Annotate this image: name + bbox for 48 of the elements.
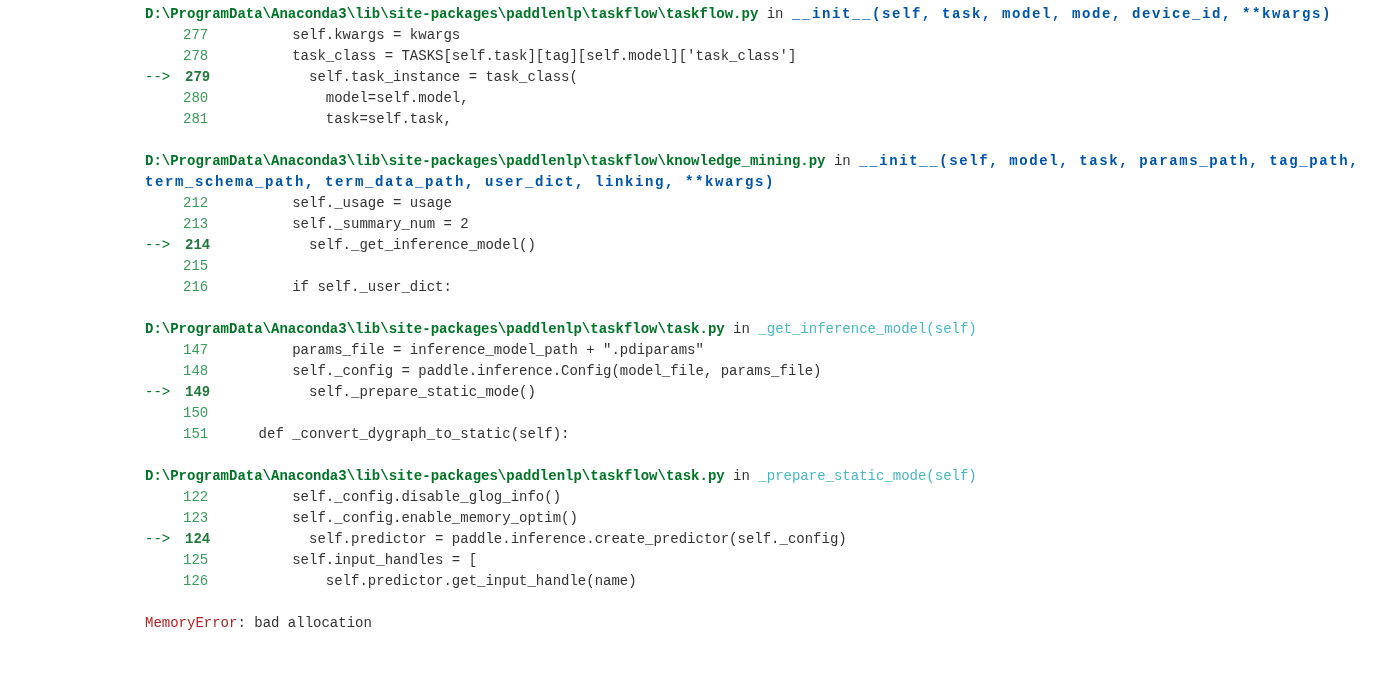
line-number: 148 [182, 362, 210, 381]
code-line: def _convert_dygraph_to_static(self): [257, 425, 570, 444]
current-line-arrow: --> [145, 383, 171, 402]
code-line: self.predictor = paddle.inference.create_predictor(self._config) [308, 530, 847, 549]
error-type: MemoryError [145, 615, 238, 631]
code-line: if self._user_dict: [291, 278, 452, 297]
line-number: 214 [184, 236, 212, 255]
code-line: self._prepare_static_mode() [308, 383, 536, 402]
line-number: 213 [182, 215, 210, 234]
traceback-frame-header: D:\ProgramData\Anaconda3\lib\site-packages\paddlenlp\taskflow\task.py in _prepare_static_mode(self) [145, 467, 978, 486]
code-line: self.kwargs = kwargs [291, 26, 461, 45]
code-line: self.task_instance = task_class( [308, 68, 578, 87]
line-number: 147 [182, 341, 210, 360]
line-number: 122 [182, 488, 210, 507]
line-number: 281 [182, 110, 210, 129]
line-number: 150 [182, 404, 210, 423]
code-line: self.predictor.get_input_handle(name) [324, 572, 637, 591]
line-number: 125 [182, 551, 210, 570]
line-number: 280 [182, 89, 210, 108]
traceback-frame-header: D:\ProgramData\Anaconda3\lib\site-packages\paddlenlp\taskflow\knowledge_mining.py in __init__(self, model, task, params_path, tag_path, term_schema_path, term_data_path, user_dict, linking, **kwargs) [145, 152, 1361, 192]
line-number: 149 [184, 383, 212, 402]
line-number: 277 [182, 26, 210, 45]
code-line: model=self.model, [324, 89, 469, 108]
line-number: 123 [182, 509, 210, 528]
code-line: task=self.task, [324, 110, 452, 129]
traceback-frame-header: D:\ProgramData\Anaconda3\lib\site-packages\paddlenlp\taskflow\task.py in _get_inference_model(self) [145, 320, 978, 339]
code-line: self.input_handles = [ [291, 551, 478, 570]
current-line-arrow: --> [145, 68, 171, 87]
code-line: task_class = TASKS[self.task][tag][self.model]['task_class'] [291, 47, 797, 66]
line-number: 151 [182, 425, 210, 444]
code-line: self._usage = usage [291, 194, 452, 213]
code-line: self._config.disable_glog_info() [291, 488, 562, 507]
code-line: self._config = paddle.inference.Config(model_file, params_file) [291, 362, 822, 381]
line-number: 215 [182, 257, 210, 276]
line-number: 212 [182, 194, 210, 213]
line-number: 278 [182, 47, 210, 66]
line-number: 216 [182, 278, 210, 297]
code-line: self._get_inference_model() [308, 236, 536, 255]
current-line-arrow: --> [145, 530, 171, 549]
line-number: 279 [184, 68, 212, 87]
traceback-frame-header: D:\ProgramData\Anaconda3\lib\site-packages\paddlenlp\taskflow\taskflow.py in __init__(self, task, model, mode, device_id, **kwargs) [145, 5, 1333, 24]
error-message: : bad allocation [237, 615, 372, 631]
code-line: params_file = inference_model_path + ".pdiparams" [291, 341, 704, 360]
line-number: 126 [182, 572, 210, 591]
code-line: self._config.enable_memory_optim() [291, 509, 578, 528]
line-number: 124 [184, 530, 212, 549]
code-line: self._summary_num = 2 [291, 215, 469, 234]
current-line-arrow: --> [145, 236, 171, 255]
